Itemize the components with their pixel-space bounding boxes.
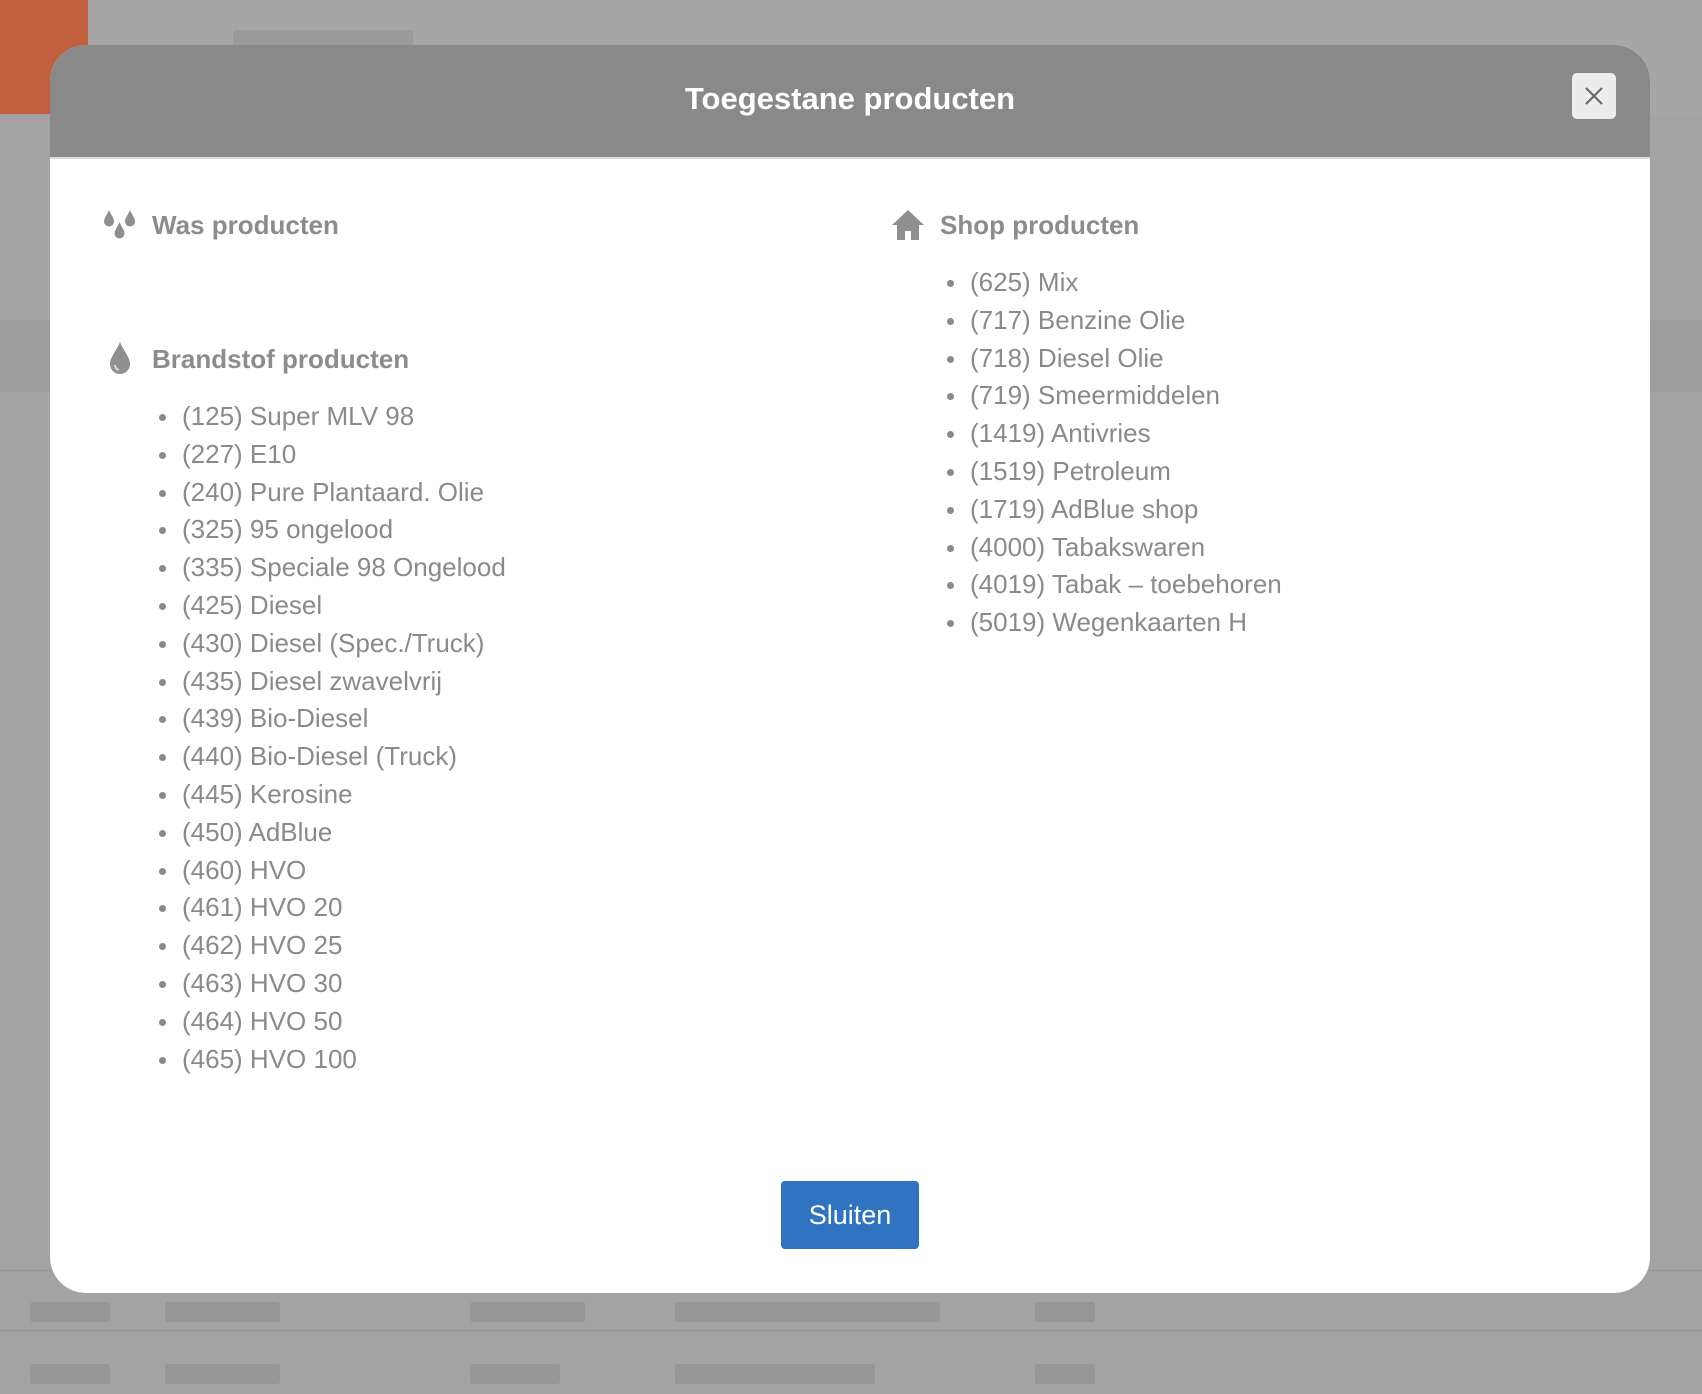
product-list-item: (4000) Tabakswaren: [946, 529, 1628, 567]
fuel-products-title: Brandstof producten: [152, 343, 410, 374]
shop-products-header: Shop producten: [888, 200, 1628, 250]
was-products-title: Was producten: [152, 209, 339, 240]
background-table-cell: [165, 1302, 280, 1322]
product-list-item: (335) Speciale 98 Ongelood: [158, 549, 840, 587]
product-list-item: (1519) Petroleum: [946, 453, 1628, 491]
product-list-item: (462) HVO 25: [158, 927, 840, 965]
allowed-products-modal: Toegestane producten Was producten Brand…: [50, 45, 1650, 1293]
background-table-cell: [470, 1302, 585, 1322]
product-list-item: (717) Benzine Olie: [946, 302, 1628, 340]
product-list-item: (463) HVO 30: [158, 965, 840, 1003]
background-table-cell: [30, 1364, 110, 1384]
shop-products-list: (625) Mix (717) Benzine Olie (718) Diesel …: [888, 264, 1628, 642]
modal-title: Toegestane producten: [684, 81, 1016, 116]
product-list-item: (464) HVO 50: [158, 1003, 840, 1041]
modal-header: Toegestane producten: [50, 45, 1650, 159]
product-list-item: (4019) Tabak – toebehoren: [946, 566, 1628, 604]
left-column: Was producten Brandstof producten (125) …: [100, 200, 840, 1078]
background-table-row-divider: [0, 1330, 1702, 1331]
background-table-cell: [1035, 1364, 1095, 1384]
product-list-item: (465) HVO 100: [158, 1041, 840, 1079]
product-list-item: (125) Super MLV 98: [158, 398, 840, 436]
fuel-drop-icon: [100, 339, 140, 379]
fuel-products-list: (125) Super MLV 98 (227) E10 (240) Pure Pl…: [100, 398, 840, 1078]
right-column: Shop producten (625) Mix (717) Benzine Ol…: [888, 200, 1628, 642]
product-list-item: (435) Diesel zwavelvrij: [158, 663, 840, 701]
product-list-item: (425) Diesel: [158, 587, 840, 625]
background-table-cell: [30, 1302, 110, 1322]
close-icon-button[interactable]: [1572, 73, 1616, 119]
background-table-cell: [165, 1364, 280, 1384]
product-list-item: (461) HVO 20: [158, 889, 840, 927]
background-table-cell: [470, 1364, 560, 1384]
water-drops-icon: [100, 205, 140, 245]
background-table-cell: [1035, 1302, 1095, 1322]
background-table-cell: [675, 1302, 940, 1322]
fuel-products-header: Brandstof producten: [100, 334, 840, 384]
close-icon: [1585, 87, 1603, 105]
home-icon: [888, 205, 928, 245]
product-list-item: (445) Kerosine: [158, 776, 840, 814]
product-list-item: (450) AdBlue: [158, 814, 840, 852]
background-table-cell: [675, 1364, 875, 1384]
product-list-item: (718) Diesel Olie: [946, 340, 1628, 378]
was-products-empty-list: [100, 250, 840, 334]
product-list-item: (430) Diesel (Spec./Truck): [158, 625, 840, 663]
product-list-item: (1419) Antivries: [946, 415, 1628, 453]
product-list-item: (439) Bio-Diesel: [158, 700, 840, 738]
product-list-item: (625) Mix: [946, 264, 1628, 302]
close-button[interactable]: Sluiten: [781, 1181, 919, 1249]
shop-products-title: Shop producten: [940, 209, 1140, 240]
was-products-header: Was producten: [100, 200, 840, 250]
product-list-item: (325) 95 ongelood: [158, 511, 840, 549]
product-list-item: (1719) AdBlue shop: [946, 491, 1628, 529]
product-list-item: (227) E10: [158, 436, 840, 474]
product-list-item: (440) Bio-Diesel (Truck): [158, 738, 840, 776]
product-list-item: (719) Smeermiddelen: [946, 377, 1628, 415]
product-list-item: (240) Pure Plantaard. Olie: [158, 474, 840, 512]
product-list-item: (5019) Wegenkaarten H: [946, 604, 1628, 642]
product-list-item: (460) HVO: [158, 852, 840, 890]
